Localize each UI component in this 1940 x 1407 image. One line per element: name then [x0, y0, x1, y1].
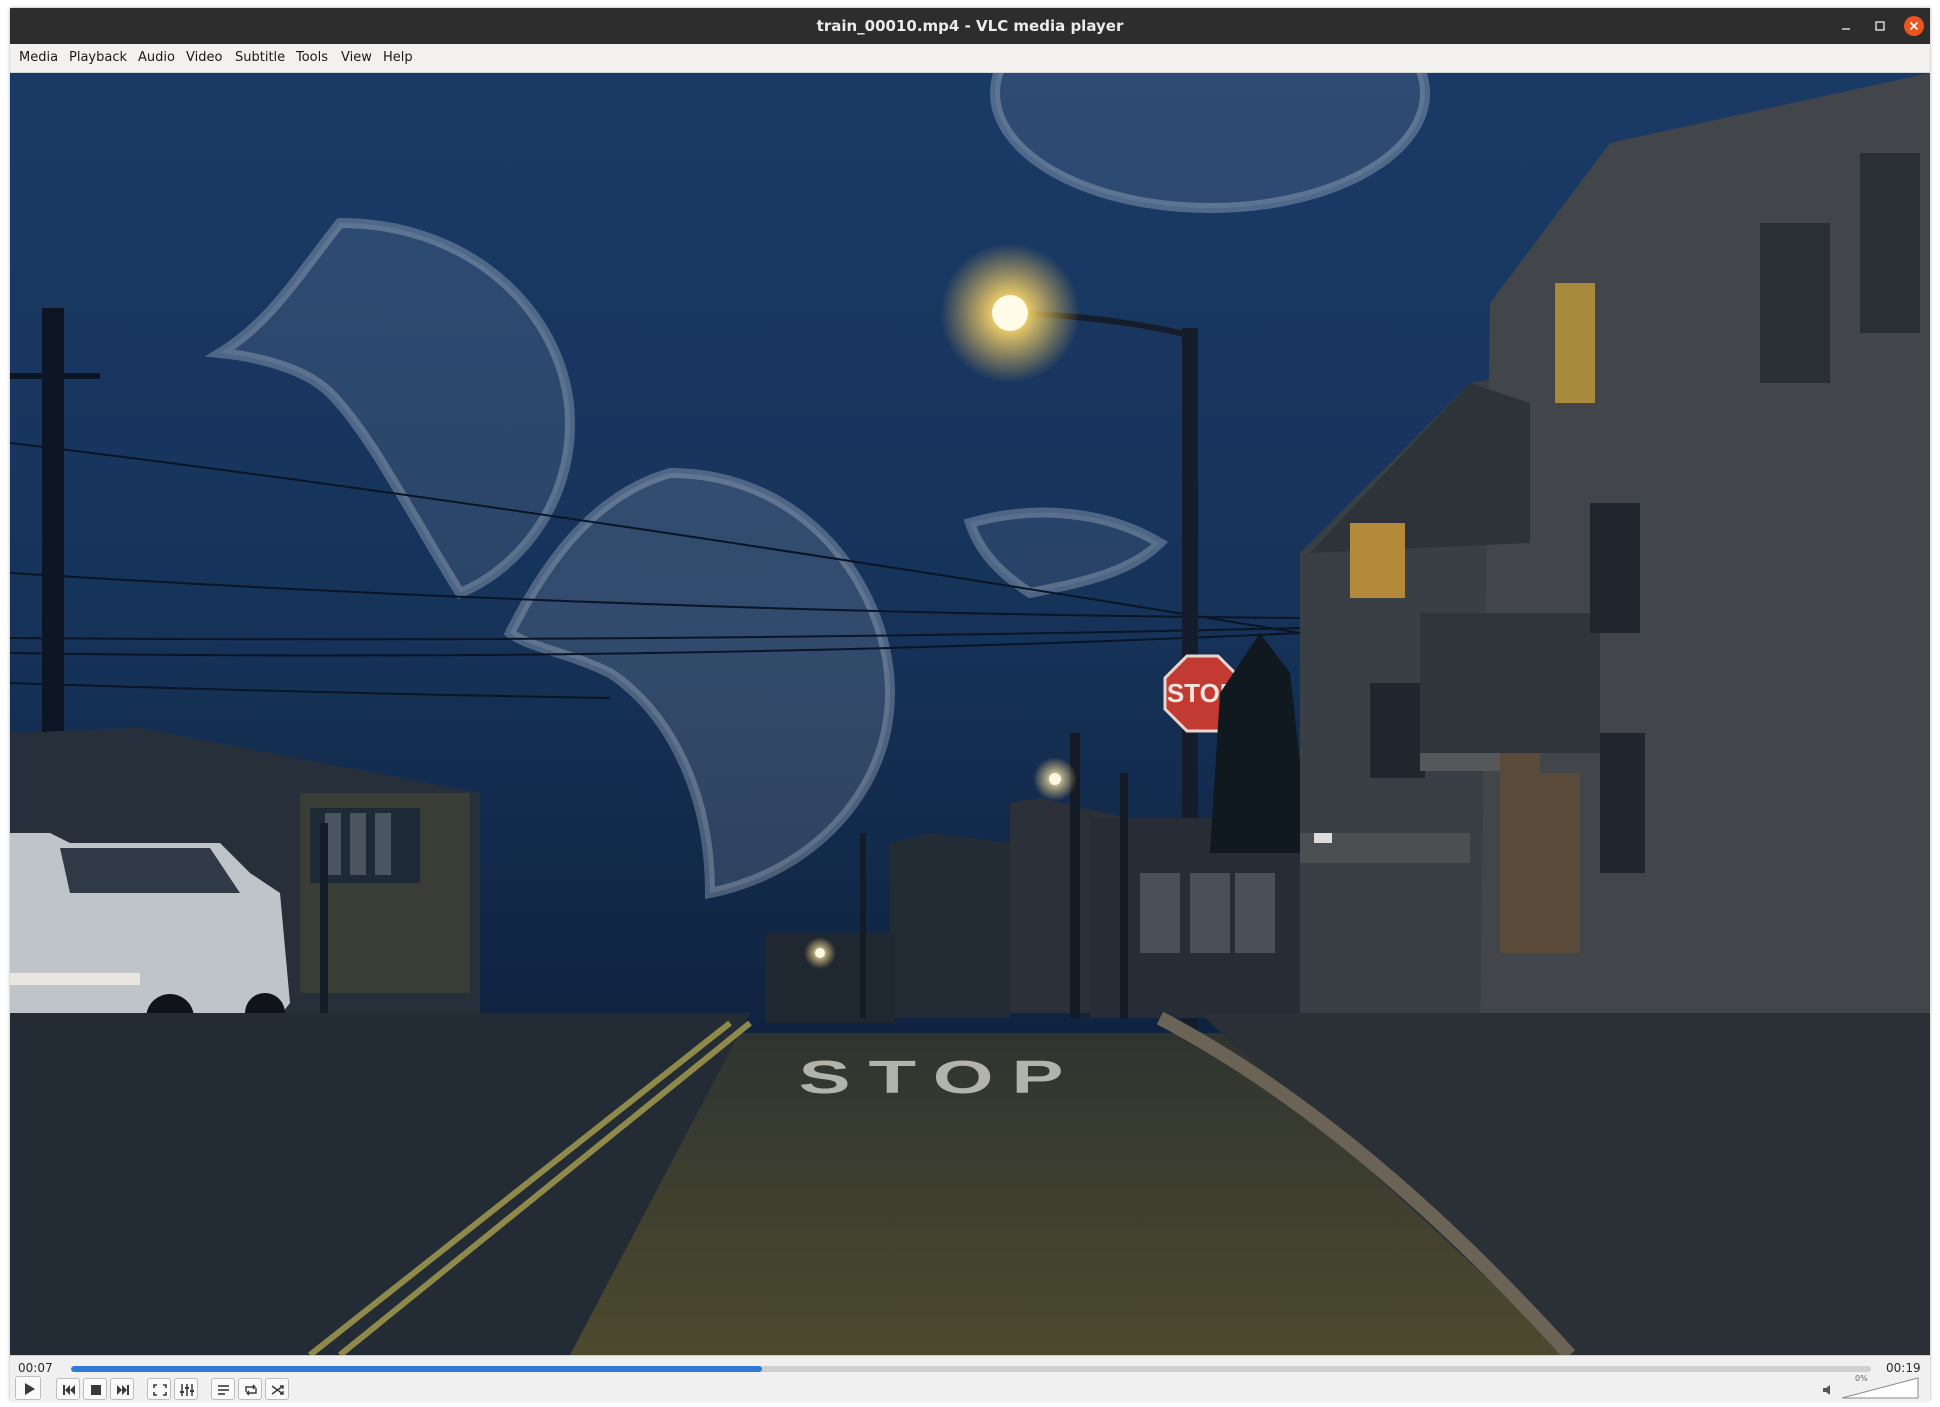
menu-media[interactable]: Media: [19, 44, 58, 72]
video-display[interactable]: STOP STOP: [10, 73, 1930, 1355]
minimize-button[interactable]: [1836, 16, 1856, 36]
playlist-icon: [218, 1385, 229, 1395]
shuffle-icon: [271, 1385, 284, 1395]
menu-bar: Media Playback Audio Video Subtitle Tool…: [10, 44, 1930, 73]
maximize-button[interactable]: [1870, 16, 1890, 36]
minimize-icon: [1842, 28, 1850, 30]
volume-slider[interactable]: [1840, 1376, 1920, 1400]
menu-help[interactable]: Help: [383, 44, 413, 72]
playlist-button[interactable]: [211, 1378, 235, 1400]
previous-button[interactable]: [56, 1378, 80, 1400]
control-bar: 00:07 00:19 0%: [10, 1355, 1930, 1401]
next-button[interactable]: [110, 1378, 134, 1400]
road-stop-text: STOP: [799, 1051, 1082, 1103]
menu-video[interactable]: Video: [186, 44, 222, 72]
maximize-icon: [1875, 21, 1885, 31]
stop-button[interactable]: [83, 1378, 107, 1400]
total-time: 00:19: [1886, 1361, 1921, 1375]
play-button[interactable]: [15, 1376, 41, 1400]
shuffle-button[interactable]: [265, 1378, 289, 1400]
window-title: train_00010.mp4 - VLC media player: [816, 17, 1124, 35]
close-icon: [1909, 21, 1919, 31]
menu-playback[interactable]: Playback: [69, 44, 127, 72]
elapsed-time: 00:07: [18, 1361, 53, 1375]
menu-subtitle[interactable]: Subtitle: [235, 44, 285, 72]
vlc-window: train_00010.mp4 - VLC media player Media…: [10, 8, 1930, 1401]
loop-button[interactable]: [238, 1378, 262, 1400]
extended-settings-icon: [180, 1384, 194, 1396]
loop-icon: [245, 1384, 257, 1396]
menu-audio[interactable]: Audio: [138, 44, 175, 72]
seek-progress: [71, 1366, 763, 1372]
volume-label: 0%: [1855, 1374, 1868, 1383]
next-icon: [117, 1385, 129, 1395]
previous-icon: [63, 1385, 75, 1395]
close-button[interactable]: [1904, 16, 1924, 36]
fullscreen-icon: [153, 1384, 167, 1396]
speaker-icon[interactable]: [1822, 1384, 1834, 1396]
menu-tools[interactable]: Tools: [296, 44, 328, 72]
seek-bar[interactable]: [71, 1366, 1871, 1372]
title-bar: train_00010.mp4 - VLC media player: [10, 8, 1930, 44]
stop-icon: [91, 1385, 101, 1395]
video-frame: STOP STOP: [10, 73, 1930, 1355]
extended-settings-button[interactable]: [174, 1378, 198, 1400]
play-icon: [25, 1383, 35, 1395]
fullscreen-button[interactable]: [147, 1378, 171, 1400]
menu-view[interactable]: View: [341, 44, 372, 72]
